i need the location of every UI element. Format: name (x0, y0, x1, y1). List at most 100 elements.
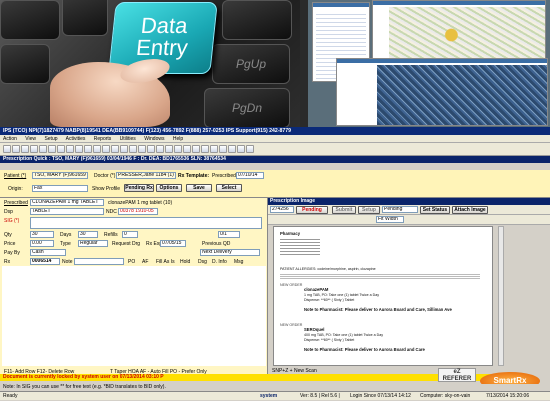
toolbar-icon[interactable] (111, 145, 119, 153)
toolbar-icon[interactable] (237, 145, 245, 153)
toolbar-icon[interactable] (246, 145, 254, 153)
rx-exp-field[interactable]: 07/05/15 (160, 240, 186, 247)
menu-setup[interactable]: Setup (44, 136, 57, 142)
toolbar-icon[interactable] (129, 145, 137, 153)
pay-by-select[interactable]: Cash (30, 249, 66, 256)
image-view-toolbar: Fit Width (268, 215, 550, 225)
sig-help-note: Note: In SIG you can use ** for free tex… (0, 384, 550, 391)
toolbar-icon[interactable] (93, 145, 101, 153)
note-field[interactable] (74, 258, 124, 265)
prescribed-date-field[interactable]: 07/10/14 (236, 172, 264, 179)
sig-label: SIG (*) (4, 218, 20, 224)
doc-dispense-1: Dispense: **60** ( Sixty ) Tablet (304, 298, 355, 302)
save-button[interactable]: Save (186, 184, 212, 192)
toolbar-icon[interactable] (3, 145, 11, 153)
flag-fill-as-is[interactable]: Fill As Is (156, 259, 175, 265)
toolbar-icon[interactable] (138, 145, 146, 153)
flag-msg[interactable]: Msg (234, 259, 243, 265)
menu-action[interactable]: Action (3, 136, 17, 142)
flag-po[interactable]: PO (128, 259, 135, 265)
flag-af[interactable]: AF (142, 259, 148, 265)
toolbar-icon[interactable] (84, 145, 92, 153)
toolbar-icon[interactable] (228, 145, 236, 153)
ez-logo: eZ REFERER (438, 368, 476, 382)
keyboard-key (62, 0, 108, 36)
request-drug-label: Request Drg (112, 241, 141, 247)
options-button[interactable]: Options (156, 184, 182, 192)
price-field[interactable]: 0.00 (30, 240, 54, 247)
image-id-field[interactable]: 274256 (270, 206, 294, 213)
refills-field[interactable]: 0 (122, 231, 138, 238)
document-scrollbar[interactable] (498, 226, 504, 366)
toolbar-icon[interactable] (201, 145, 209, 153)
pgdn-key: PgDn (204, 88, 290, 127)
scanned-document: Pharmacy PATIENT ALLERGIES: codeine/morp… (273, 226, 493, 366)
qty-field[interactable]: 30 (30, 231, 54, 238)
doc-sig-2: 400 mg TAB, PO: Take one (1) tablet Twic… (304, 333, 384, 337)
toolbar-icon[interactable] (219, 145, 227, 153)
menu-activities[interactable]: Activities (66, 136, 86, 142)
sig-field[interactable] (30, 217, 262, 229)
type-select[interactable]: Regular (78, 240, 108, 247)
flag-dsg[interactable]: Dsg (198, 259, 207, 265)
flag-hold[interactable]: Hold (180, 259, 190, 265)
toolbar-icon[interactable] (156, 145, 164, 153)
flag-dinfo[interactable]: D. Info (212, 259, 227, 265)
dispensed-field[interactable]: TABLET (30, 208, 104, 215)
toolbar-icon[interactable] (165, 145, 173, 153)
toolbar-icon[interactable] (210, 145, 218, 153)
toolbar-icon[interactable] (21, 145, 29, 153)
days-label: Days (60, 232, 72, 238)
window-title: Prescription Quick : TSO, MARY (F)961659… (0, 156, 550, 163)
toolbar-icon[interactable] (66, 145, 74, 153)
main-toolbar (0, 143, 550, 156)
toolbar-icon[interactable] (48, 145, 56, 153)
menu-view[interactable]: View (25, 136, 36, 142)
toolbar-icon[interactable] (120, 145, 128, 153)
origin-select[interactable]: Fax (32, 185, 88, 192)
patient-field[interactable]: TSO, MARY (F)961659 (32, 172, 88, 179)
toolbar-icon[interactable] (75, 145, 83, 153)
days-field[interactable]: 30 (78, 231, 98, 238)
toolbar-icon[interactable] (39, 145, 47, 153)
prescription-form: Prescribed CLONAZEPAM 1 mg TABLET clonaz… (0, 198, 268, 378)
set-status-button[interactable]: Set Status (420, 206, 450, 214)
toolbar-icon[interactable] (147, 145, 155, 153)
keyboard-key (0, 0, 60, 40)
keyboard-key (222, 0, 292, 40)
doc-dispense-2: Dispense: **60** ( Sixty ) Tablet (304, 338, 355, 342)
toolbar-icon[interactable] (174, 145, 182, 153)
doctor-field[interactable]: PRESSER,Jane 1184 (1) (116, 172, 176, 179)
submit-button[interactable]: Submit (332, 206, 356, 214)
toolbar-icon[interactable] (30, 145, 38, 153)
zoom-select[interactable]: Fit Width (376, 216, 404, 223)
status-select[interactable]: Pending (382, 206, 418, 213)
toolbar-icon[interactable] (102, 145, 110, 153)
delivery-select[interactable]: Next Delivery (200, 249, 260, 256)
origin-label: Origin: (8, 186, 23, 192)
setup-button[interactable]: Setup (358, 206, 380, 214)
toolbar-icon[interactable] (57, 145, 65, 153)
pending-rx-button[interactable]: Pending Rx (124, 184, 154, 192)
ndc-field[interactable]: 00378 1910-05 (118, 208, 158, 215)
menu-help[interactable]: Help (173, 136, 183, 142)
toolbar-icon[interactable] (192, 145, 200, 153)
attach-image-button[interactable]: Attach Image (452, 206, 488, 214)
menu-reports[interactable]: Reports (94, 136, 112, 142)
toolbar-icon[interactable] (183, 145, 191, 153)
rx-lines-area[interactable] (2, 266, 266, 366)
menu-windows[interactable]: Windows (144, 136, 164, 142)
prescribed-drug-field[interactable]: CLONAZEPAM 1 mg TABLET (30, 199, 104, 206)
pending-button[interactable]: Pending (296, 206, 328, 214)
pgup-key: PgUp (212, 44, 290, 84)
day-ref-field[interactable]: 0/1 (218, 231, 240, 238)
ndc-label: NDC (106, 209, 117, 215)
select-button[interactable]: Select (216, 184, 242, 192)
type-label: Type (60, 241, 71, 247)
menu-utilities[interactable]: Utilities (120, 136, 136, 142)
toolbar-icon[interactable] (12, 145, 20, 153)
show-profile-checkbox[interactable]: Show Profile (92, 186, 120, 192)
rx-number-field[interactable]: 0006514 (30, 258, 60, 265)
status-bar: Ready system Ver: 8.5 | Rel 5.6 | Login … (0, 391, 550, 400)
map-screenshots (308, 0, 550, 127)
